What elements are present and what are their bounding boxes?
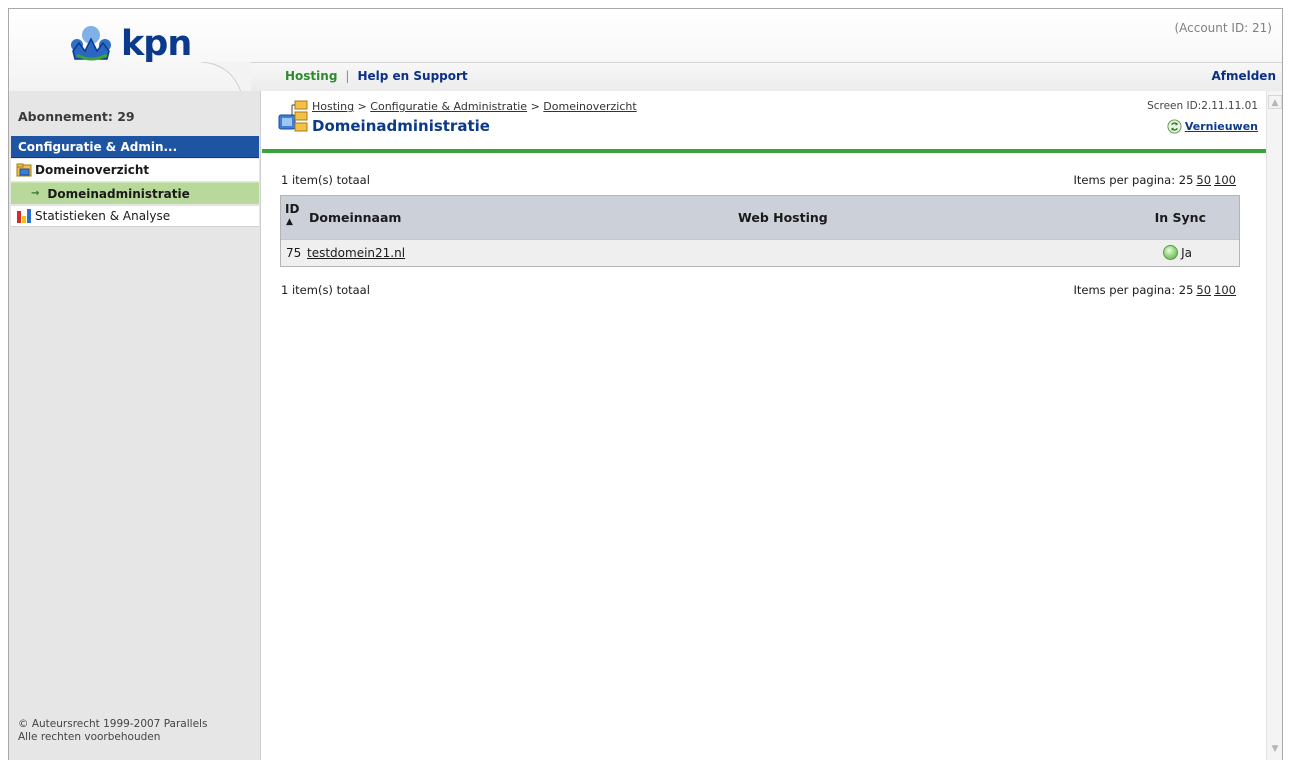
sort-ascending-icon: ▲ [286,217,293,227]
nav-links: Hosting | Help en Support [285,69,468,83]
refresh-label: Vernieuwen [1184,120,1258,133]
nav-hosting[interactable]: Hosting [285,69,337,83]
sidebar-item-label: Domeinoverzicht [35,163,150,177]
sidebar-item-domeinadministratie[interactable]: → Domeinadministratie [11,182,259,204]
column-id[interactable]: ID ▲ [285,203,299,229]
table-row: 75 testdomein21.nl Ja [281,239,1239,266]
arrow-right-icon: → [31,188,40,199]
vertical-scrollbar[interactable]: ▲ ▼ [1266,91,1282,760]
account-id: (Account ID: 21) [1174,21,1272,35]
logout-link[interactable]: Afmelden [1211,69,1276,83]
sidebar-item-statistieken[interactable]: Statistieken & Analyse [11,205,259,227]
copyright-line-1: © Auteursrecht 1999-2007 Parallels [18,718,208,730]
crown-logo-icon [71,26,111,61]
items-per-page-label: Items per pagina: [1073,173,1176,187]
top-nav: Hosting | Help en Support Afmelden [201,62,1282,92]
sidebar-item-domeinoverzicht[interactable]: Domeinoverzicht [11,159,259,181]
nav-swoosh [201,62,251,92]
items-per-page-top: Items per pagina: 25 50 100 [1073,173,1236,187]
sidebar-item-label: Statistieken & Analyse [35,209,171,223]
kpn-logo[interactable]: kpn [67,23,192,65]
copyright: © Auteursrecht 1999-2007 Parallels Alle … [18,718,207,744]
page-size-25: 25 [1178,173,1194,187]
page-size-50[interactable]: 50 [1196,173,1211,187]
sidebar-item-label: Domeinadministratie [47,186,190,201]
header: kpn (Account ID: 21) Hosting | Help en S… [9,9,1282,92]
screen-id: Screen ID:2.11.11.01 [1147,100,1258,112]
column-web-hosting[interactable]: Web Hosting [738,210,828,225]
column-id-label: ID [285,202,300,216]
domain-link[interactable]: testdomein21.nl [307,246,405,260]
column-in-sync[interactable]: In Sync [1155,210,1206,225]
domain-table: ID ▲ Domeinnaam Web Hosting In Sync 75 t… [280,195,1240,267]
breadcrumb-sep: > [354,100,371,113]
breadcrumb-hosting[interactable]: Hosting [312,100,354,113]
refresh-button[interactable]: Vernieuwen [1167,119,1258,134]
scroll-down-icon[interactable]: ▼ [1268,742,1282,756]
domain-admin-icon [278,100,308,132]
sidebar-section-config[interactable]: Configuratie & Admin... [11,136,259,158]
column-domeinnaam[interactable]: Domeinnaam [309,210,401,225]
breadcrumb-domeinoverzicht[interactable]: Domeinoverzicht [543,100,636,113]
item-count-top: 1 item(s) totaal [281,173,370,187]
sidebar: Abonnement: 29 Configuratie & Admin... D… [9,91,261,760]
subscription-label: Abonnement: 29 [18,109,135,124]
page-title: Domeinadministratie [312,117,490,135]
sync-status-icon [1163,245,1179,260]
app-frame: kpn (Account ID: 21) Hosting | Help en S… [8,8,1283,760]
table-header: ID ▲ Domeinnaam Web Hosting In Sync [281,196,1239,239]
logo-text: kpn [121,24,192,64]
page-size-50[interactable]: 50 [1196,283,1211,297]
cell-id: 75 [286,246,302,260]
main-content: Hosting > Configuratie & Administratie >… [262,91,1266,760]
bar-chart-icon [17,209,31,223]
refresh-icon [1167,119,1182,134]
item-count-bottom: 1 item(s) totaal [281,283,370,297]
nav-help-support[interactable]: Help en Support [357,69,467,83]
breadcrumb-sep: > [527,100,544,113]
page-size-100[interactable]: 100 [1214,173,1236,187]
items-per-page-label: Items per pagina: [1073,283,1176,297]
cell-in-sync: Ja [1163,245,1192,260]
title-divider [262,149,1266,153]
copyright-line-2: Alle rechten voorbehouden [18,731,161,743]
domain-folder-icon [16,163,32,177]
breadcrumb: Hosting > Configuratie & Administratie >… [312,100,637,113]
nav-separator: | [345,69,350,83]
scroll-up-icon[interactable]: ▲ [1268,95,1282,109]
items-per-page-bottom: Items per pagina: 25 50 100 [1073,283,1236,297]
page-size-100[interactable]: 100 [1214,283,1236,297]
sync-status-label: Ja [1181,245,1192,260]
page-size-25: 25 [1178,283,1194,297]
breadcrumb-config[interactable]: Configuratie & Administratie [370,100,527,113]
